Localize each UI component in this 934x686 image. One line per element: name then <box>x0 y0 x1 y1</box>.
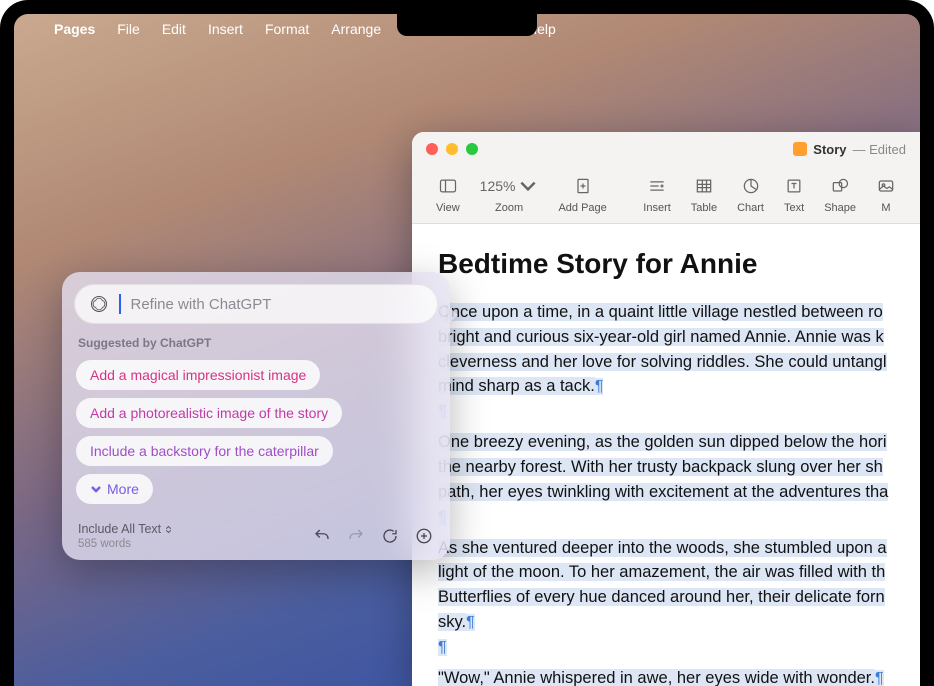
chart-icon <box>741 172 761 200</box>
redo-icon <box>347 527 365 545</box>
sidebar-icon <box>438 172 458 200</box>
table-icon <box>694 172 714 200</box>
fullscreen-window-button[interactable] <box>466 143 478 155</box>
paragraph-text[interactable]: One breezy evening, as the golden sun di… <box>438 433 887 451</box>
paragraph-text[interactable]: "Wow," Annie whispered in awe, her eyes … <box>438 669 875 686</box>
view-label: View <box>436 202 460 214</box>
updown-chevron-icon <box>164 525 173 534</box>
menu-format[interactable]: Format <box>265 21 309 37</box>
window-titlebar: Story — Edited <box>412 132 920 166</box>
add-page-icon <box>573 172 593 200</box>
paragraph-text[interactable]: cleverness and her love for solving ridd… <box>438 353 887 371</box>
document-icon <box>793 142 807 156</box>
insert-button[interactable]: Insert <box>633 172 681 214</box>
app-menu[interactable]: Pages <box>54 21 95 37</box>
paragraph-text[interactable]: Butterflies of every hue danced around h… <box>438 588 885 606</box>
document-heading[interactable]: Bedtime Story for Annie <box>438 248 920 280</box>
chart-label: Chart <box>737 202 764 214</box>
paragraph-text[interactable]: path, her eyes twinkling with excitement… <box>438 483 888 501</box>
scope-label: Include All Text <box>78 522 161 536</box>
redo-button[interactable] <box>346 526 366 546</box>
undo-icon <box>313 527 331 545</box>
insert-icon <box>647 172 667 200</box>
table-label: Table <box>691 202 717 214</box>
text-cursor <box>119 294 121 314</box>
chatgpt-logo-icon <box>89 294 109 314</box>
add-page-label: Add Page <box>558 202 606 214</box>
regenerate-button[interactable] <box>380 526 400 546</box>
document-edited-status: — Edited <box>853 142 906 157</box>
word-count: 585 words <box>78 538 173 550</box>
pages-app-window: Story — Edited View 125% Zoom Add Page <box>412 132 920 686</box>
paragraph-mark-icon: ¶ <box>875 670 884 686</box>
menu-arrange[interactable]: Arrange <box>331 21 381 37</box>
media-label: M <box>881 202 890 214</box>
chart-button[interactable]: Chart <box>727 172 774 214</box>
shape-label: Shape <box>824 202 856 214</box>
undo-button[interactable] <box>312 526 332 546</box>
add-page-button[interactable]: Add Page <box>548 172 616 214</box>
view-button[interactable]: View <box>426 172 470 214</box>
paragraph-text[interactable]: bright and curious six-year-old girl nam… <box>438 328 884 346</box>
paragraph-text[interactable]: As she ventured deeper into the woods, s… <box>438 539 887 557</box>
media-button[interactable]: M <box>866 172 906 214</box>
chevron-down-icon <box>518 176 538 196</box>
refresh-icon <box>381 527 399 545</box>
zoom-button[interactable]: 125% Zoom <box>470 172 549 214</box>
suggestion-chip[interactable]: Add a photorealistic image of the story <box>76 398 342 428</box>
paragraph-mark-icon: ¶ <box>466 614 475 631</box>
paragraph-text[interactable]: mind sharp as a tack. <box>438 377 595 395</box>
paragraph-text[interactable]: light of the moon. To her amazement, the… <box>438 563 885 581</box>
refine-input-wrap[interactable] <box>74 284 438 324</box>
insert-label: Insert <box>643 202 671 214</box>
menu-file[interactable]: File <box>117 21 140 37</box>
minimize-window-button[interactable] <box>446 143 458 155</box>
device-notch <box>397 14 537 36</box>
plus-circle-icon <box>415 527 433 545</box>
suggestions-heading: Suggested by ChatGPT <box>78 336 434 350</box>
close-window-button[interactable] <box>426 143 438 155</box>
suggestion-chip[interactable]: Add a magical impressionist image <box>76 360 320 390</box>
text-icon <box>784 172 804 200</box>
document-body[interactable]: Bedtime Story for Annie Once upon a time… <box>412 224 920 686</box>
zoom-label: Zoom <box>495 202 523 214</box>
menu-edit[interactable]: Edit <box>162 21 186 37</box>
shape-button[interactable]: Shape <box>814 172 866 214</box>
paragraph-mark-icon: ¶ <box>595 378 604 395</box>
more-suggestions-button[interactable]: More <box>76 474 153 504</box>
paragraph-mark-icon: ¶ <box>438 639 447 656</box>
zoom-value: 125% <box>480 172 539 200</box>
table-button[interactable]: Table <box>681 172 727 214</box>
suggestion-chip[interactable]: Include a backstory for the caterpillar <box>76 436 333 466</box>
paragraph-text[interactable]: the nearby forest. With her trusty backp… <box>438 458 883 476</box>
text-button[interactable]: Text <box>774 172 814 214</box>
shape-icon <box>830 172 850 200</box>
panel-pointer <box>448 306 458 324</box>
toolbar: View 125% Zoom Add Page Insert Table <box>412 166 920 224</box>
media-icon <box>876 172 896 200</box>
chevron-down-icon <box>90 483 102 495</box>
text-label: Text <box>784 202 804 214</box>
chatgpt-refine-panel: Suggested by ChatGPT Add a magical impre… <box>62 272 450 560</box>
paragraph-text[interactable]: sky. <box>438 613 466 631</box>
more-label: More <box>107 481 139 497</box>
refine-input[interactable] <box>131 296 424 313</box>
menu-insert[interactable]: Insert <box>208 21 243 37</box>
paragraph-text[interactable]: Once upon a time, in a quaint little vil… <box>438 303 883 321</box>
document-title[interactable]: Story <box>813 142 846 157</box>
scope-selector[interactable]: Include All Text <box>78 522 173 536</box>
add-button[interactable] <box>414 526 434 546</box>
